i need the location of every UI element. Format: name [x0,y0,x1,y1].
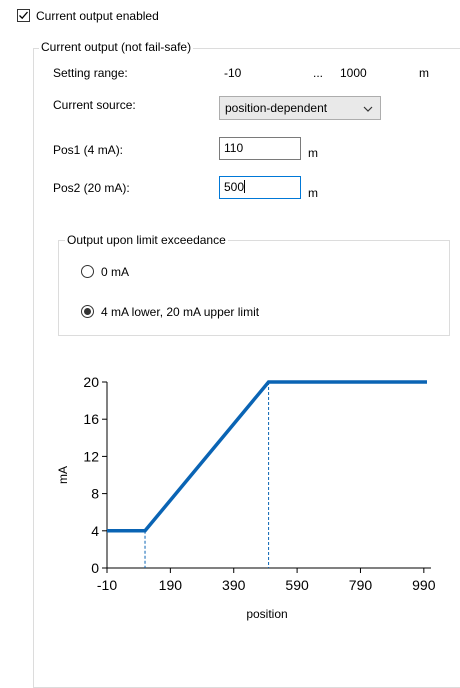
limit-exceedance-group [58,240,450,336]
y-tick-label: 8 [91,486,99,502]
x-tick-label: 390 [222,577,246,593]
current-output-enabled-label[interactable]: Current output enabled [36,9,159,23]
y-tick-label: 16 [83,411,99,427]
pos1-value: 110 [224,141,244,155]
radio-0ma-label[interactable]: 0 mA [101,265,129,279]
x-tick-label: 190 [159,577,183,593]
radio-0ma[interactable] [81,265,94,278]
radio-4ma-20ma[interactable] [81,305,94,318]
pos2-label: Pos2 (20 mA): [53,181,130,195]
pos1-unit: m [308,146,318,160]
setting-range-separator: ... [313,66,324,80]
chevron-down-icon [363,106,373,112]
y-tick-label: 0 [91,560,99,576]
current-output-chart: 0 4 8 12 16 20 -10 190 390 590 790 990 position mA [56,374,436,621]
setting-range-min: -10 [224,66,242,80]
x-tick-label: -10 [97,577,117,593]
current-output-group-title: Current output (not fail-safe) [39,40,194,54]
x-tick-label: 990 [412,577,436,593]
setting-range-max: 1000 [340,66,367,80]
series-line [107,380,427,533]
y-axis-label: mA [56,466,70,484]
text-caret [244,180,246,193]
y-ticks: 0 4 8 12 16 20 [83,374,107,576]
x-tick-label: 790 [349,577,373,593]
current-source-select[interactable]: position-dependent [219,96,381,120]
pos2-value: 500 [224,180,245,194]
setting-range-unit: m [419,66,429,80]
pos1-input[interactable]: 110 [219,137,301,160]
x-axis-label: position [246,607,287,621]
limit-exceedance-group-title: Output upon limit exceedance [65,233,228,247]
radio-4ma-20ma-label[interactable]: 4 mA lower, 20 mA upper limit [101,305,259,319]
y-tick-label: 4 [91,523,99,539]
pos2-unit: m [308,186,318,200]
pos2-input[interactable]: 500 [219,176,301,199]
y-tick-label: 12 [83,448,99,464]
pos1-label: Pos1 (4 mA): [53,143,124,157]
setting-range-label: Setting range: [53,66,128,80]
x-ticks: -10 190 390 590 790 990 [97,568,436,593]
radio-selected-dot [84,308,91,315]
current-output-enabled-checkbox[interactable] [17,9,30,22]
checkmark-icon [19,11,28,20]
guide-lines [144,382,270,568]
current-source-label: Current source: [53,98,136,112]
current-source-value: position-dependent [225,101,328,115]
y-tick-label: 20 [83,374,99,390]
x-tick-label: 590 [285,577,309,593]
